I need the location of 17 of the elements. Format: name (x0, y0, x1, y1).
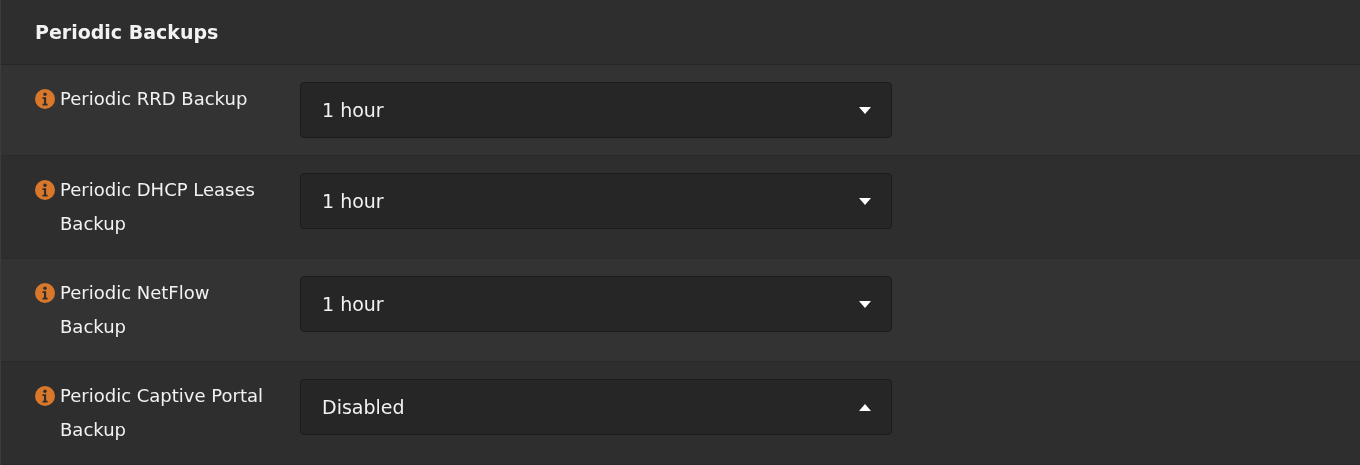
info-icon[interactable] (35, 283, 55, 303)
setting-label: Periodic DHCP Leases Backup (60, 178, 256, 236)
dropdown-select[interactable]: Disabled (300, 379, 892, 435)
dropdown-select[interactable]: 1 hour (300, 173, 892, 229)
dropdown-select[interactable]: 1 hour (300, 276, 892, 332)
caret-icon (859, 300, 871, 308)
section-title: Periodic Backups (35, 21, 219, 43)
info-icon[interactable] (35, 89, 55, 109)
setting-label: Periodic RRD Backup (60, 87, 249, 111)
info-icon[interactable] (35, 386, 55, 406)
info-icon[interactable] (35, 180, 55, 200)
caret-icon (859, 197, 871, 205)
caret-icon (859, 403, 871, 411)
setting-label: Periodic Captive Portal Backup (60, 384, 264, 442)
setting-label: Periodic NetFlow Backup (60, 281, 211, 339)
dropdown-select[interactable]: 1 hour (300, 82, 892, 138)
caret-icon (859, 106, 871, 114)
